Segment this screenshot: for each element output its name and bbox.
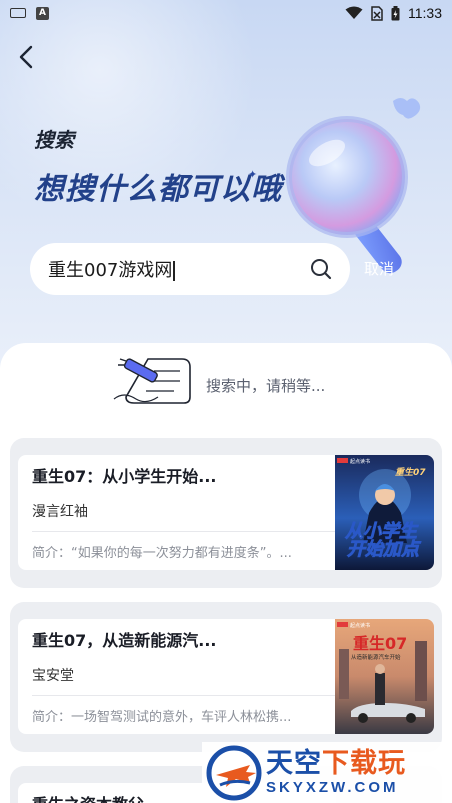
clock: 11:33 — [408, 5, 442, 21]
logo-icon — [206, 745, 262, 800]
book-cover[interactable]: 起点读书 重生07 从造新能源汽车开始 — [335, 619, 434, 734]
search-input[interactable]: 重生007游戏网 — [48, 256, 310, 282]
book-title[interactable]: 重生07，从造新能源汽... — [32, 627, 217, 651]
svg-text:重生07: 重生07 — [395, 467, 426, 478]
svg-text:起点读书: 起点读书 — [350, 458, 370, 465]
search-icon[interactable] — [310, 258, 332, 280]
cancel-button[interactable]: 取消 — [364, 258, 394, 279]
loading-text: 搜索中，请稍等... — [206, 376, 326, 395]
svg-text:起点读书: 起点读书 — [350, 622, 370, 629]
svg-text:开始加点: 开始加点 — [347, 539, 422, 560]
status-bar: A 11:33 — [0, 0, 452, 26]
loading-indicator: 搜索中，请稍等... — [110, 355, 410, 415]
watermark-domain: SKYXZW.COM — [266, 779, 399, 796]
divider — [32, 695, 336, 696]
page-subtitle: 搜索 — [34, 128, 74, 152]
result-card-body[interactable]: 重生07，从造新能源汽... 宝安堂 简介：一场智驾测试的意外，车评人林松携..… — [18, 619, 336, 734]
book-title[interactable]: 重生07：从小学生开始... — [32, 463, 217, 487]
book-description: 简介：一场智驾测试的意外，车评人林松携... — [32, 710, 292, 725]
book-description: 简介：“如果你的每一次努力都有进度条”。... — [32, 546, 292, 561]
page-title: 想搜什么都可以哦 — [34, 172, 282, 207]
watermark-text: 天空下载玩 — [266, 748, 406, 779]
a-icon: A — [36, 6, 49, 20]
book-cover[interactable]: 起点读书 重生07 从小学生 开始加点 — [335, 455, 434, 570]
book-author: 漫言红袖 — [32, 504, 88, 520]
sparkle-icon: ✦ — [248, 168, 258, 181]
chevron-left-icon — [19, 45, 33, 69]
result-card-body[interactable]: 重生07：从小学生开始... 漫言红袖 简介：“如果你的每一次努力都有进度条”。… — [18, 455, 336, 570]
battery-icon — [391, 5, 400, 20]
writing-paper-icon — [113, 358, 191, 404]
keyboard-icon — [10, 8, 26, 18]
watermark: 天空下载玩 SKYXZW.COM — [202, 742, 452, 803]
back-button[interactable] — [12, 42, 40, 72]
result-card[interactable]: 重生07，从造新能源汽... 宝安堂 简介：一场智驾测试的意外，车评人林松携..… — [10, 602, 442, 752]
result-card[interactable]: 重生07：从小学生开始... 漫言红袖 简介：“如果你的每一次努力都有进度条”。… — [10, 438, 442, 588]
svg-text:从造新能源汽车开始: 从造新能源汽车开始 — [351, 653, 401, 661]
wifi-icon — [345, 6, 363, 19]
book-title[interactable]: 重生之资本教父 — [32, 791, 144, 803]
svg-text:重生07: 重生07 — [353, 634, 407, 653]
text-caret — [173, 261, 175, 281]
no-sim-icon — [371, 5, 383, 21]
book-author: 宝安堂 — [32, 668, 74, 684]
search-bar[interactable]: 重生007游戏网 — [30, 243, 350, 295]
divider — [32, 531, 336, 532]
